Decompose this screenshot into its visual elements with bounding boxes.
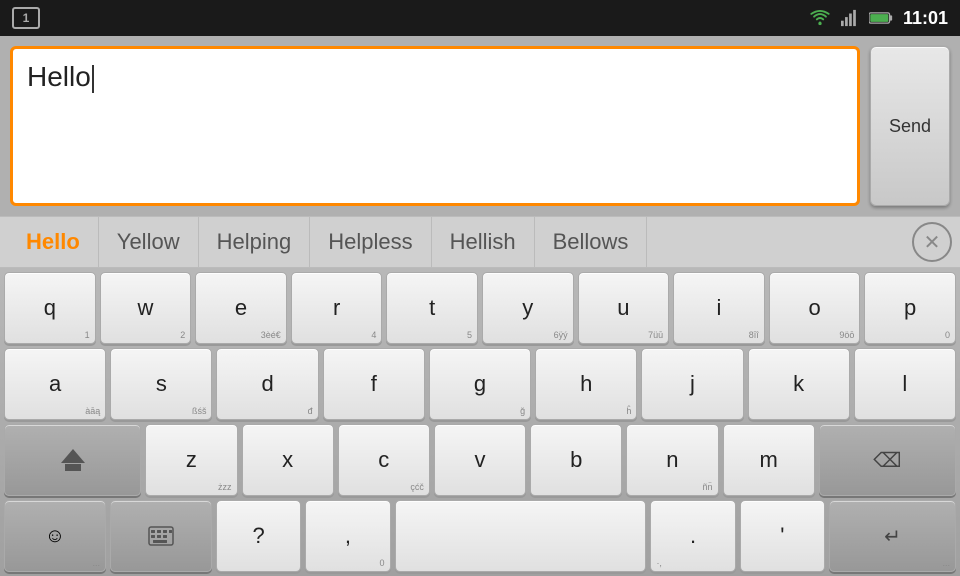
backspace-button[interactable]: ⌫: [819, 424, 956, 496]
key-g[interactable]: gğ: [429, 348, 531, 420]
key-i[interactable]: i8īî: [673, 272, 765, 344]
key-m[interactable]: m: [723, 424, 815, 496]
key-j[interactable]: j: [641, 348, 743, 420]
key-x[interactable]: x: [242, 424, 334, 496]
key-q[interactable]: q1: [4, 272, 96, 344]
battery-icon: [869, 10, 893, 26]
notification-icon: 1: [12, 7, 40, 29]
key-p[interactable]: p0: [864, 272, 956, 344]
key-s[interactable]: sßśš: [110, 348, 212, 420]
key-row-1: q1 w2 e3èé€ r4 t5 y6ÿý u7üū i8īî o9öō p0: [4, 272, 956, 344]
message-area: Hello Send: [0, 36, 960, 216]
key-r[interactable]: r4: [291, 272, 383, 344]
key-v[interactable]: v: [434, 424, 526, 496]
key-h[interactable]: hĥ: [535, 348, 637, 420]
send-button[interactable]: Send: [870, 46, 950, 206]
suggestion-bellows[interactable]: Bellows: [535, 217, 648, 267]
emoji-button[interactable]: ☺ ...: [4, 500, 106, 572]
signal-icon: [841, 9, 859, 27]
status-bar: 1 11:01: [0, 0, 960, 36]
suggestion-yellow[interactable]: Yellow: [99, 217, 199, 267]
key-question[interactable]: ?: [216, 500, 301, 572]
key-k[interactable]: k: [748, 348, 850, 420]
key-u[interactable]: u7üū: [578, 272, 670, 344]
suggestion-hello[interactable]: Hello: [8, 217, 99, 267]
key-y[interactable]: y6ÿý: [482, 272, 574, 344]
space-button[interactable]: [395, 500, 647, 572]
key-n[interactable]: nñn̈: [626, 424, 718, 496]
status-time: 11:01: [903, 8, 948, 29]
key-apostrophe[interactable]: ': [740, 500, 825, 572]
key-period[interactable]: .·,: [650, 500, 735, 572]
key-w[interactable]: w2: [100, 272, 192, 344]
status-right: 11:01: [809, 8, 948, 29]
wifi-icon: [809, 9, 831, 27]
keyboard-switch-button[interactable]: [110, 500, 212, 572]
key-row-4: ☺ ... ? ,0 .·, ' ↵ ...: [4, 500, 956, 572]
key-f[interactable]: f: [323, 348, 425, 420]
suggestions-bar: Hello Yellow Helping Helpless Hellish Be…: [0, 216, 960, 268]
keyboard: q1 w2 e3èé€ r4 t5 y6ÿý u7üū i8īî o9öō p0…: [0, 268, 960, 576]
suggestion-helping[interactable]: Helping: [199, 217, 311, 267]
key-row-2: aàāą sßśš dđ f gğ hĥ j k l: [4, 348, 956, 420]
key-o[interactable]: o9öō: [769, 272, 861, 344]
key-c[interactable]: cçćč: [338, 424, 430, 496]
suggestion-helpless[interactable]: Helpless: [310, 217, 431, 267]
suggestion-hellish[interactable]: Hellish: [432, 217, 535, 267]
key-b[interactable]: b: [530, 424, 622, 496]
key-z[interactable]: zżzz: [145, 424, 237, 496]
text-input-field[interactable]: Hello: [10, 46, 860, 206]
key-e[interactable]: e3èé€: [195, 272, 287, 344]
input-text: Hello: [27, 61, 94, 93]
enter-button[interactable]: ↵ ...: [829, 500, 956, 572]
keyboard-layout-icon: [148, 526, 174, 546]
suggestion-close-button[interactable]: ✕: [912, 222, 952, 262]
key-a[interactable]: aàāą: [4, 348, 106, 420]
key-row-3: zżzz x cçćč v b nñn̈ m ⌫: [4, 424, 956, 496]
key-t[interactable]: t5: [386, 272, 478, 344]
key-d[interactable]: dđ: [216, 348, 318, 420]
key-comma[interactable]: ,0: [305, 500, 390, 572]
status-left: 1: [12, 7, 40, 29]
key-l[interactable]: l: [854, 348, 956, 420]
shift-button[interactable]: [4, 424, 141, 496]
